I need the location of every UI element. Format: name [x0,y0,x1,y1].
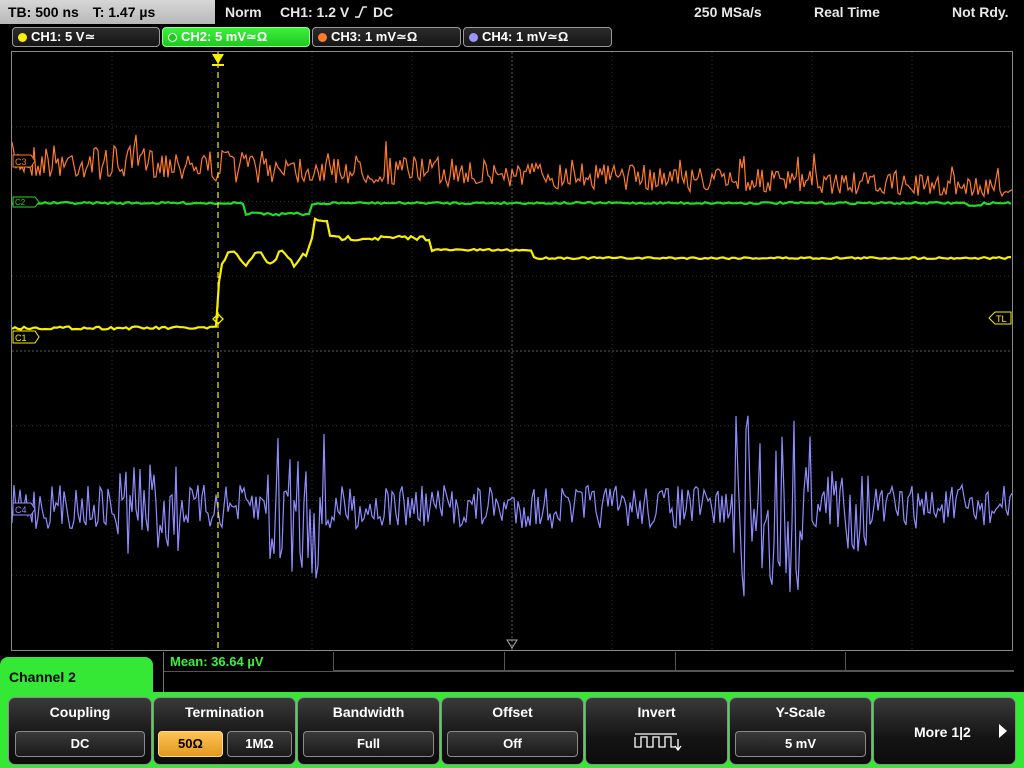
trigger-coupling-value: DC [373,4,394,20]
channel-2-chip[interactable]: CH2: 5 mV≃Ω [162,27,310,47]
channel-4-label: CH4: 1 mV≃Ω [482,29,569,44]
trigger-source[interactable]: CH1: 1.2 V DC [280,0,393,25]
bandwidth-label: Bandwidth [332,704,405,720]
termination-softkey[interactable]: Termination 50Ω 1MΩ [153,697,296,765]
bandwidth-softkey[interactable]: Bandwidth Full [297,697,440,765]
channel-4-chip[interactable]: CH4: 1 mV≃Ω [463,27,612,47]
measurement-divider [164,671,1014,672]
channel-4-dot-icon [469,33,478,42]
trigger-time-value: T: 1.47 µs [92,4,156,20]
timebase-box[interactable]: TB: 500 ns T: 1.47 µs [0,0,215,24]
y-scale-value[interactable]: 5 mV [735,731,866,757]
measurement-cell [504,652,675,671]
measurement-cell [845,652,1014,671]
invert-softkey[interactable]: Invert [585,697,728,765]
next-page-arrow-icon [999,724,1007,738]
channel-1-chip[interactable]: CH1: 5 V≃ [12,27,160,47]
termination-1-megohm-option[interactable]: 1MΩ [227,731,292,757]
channel-4-marker: C4 [12,502,36,516]
measurement-panel[interactable]: Mean: 36.64 µV [163,652,1014,692]
trigger-level-marker-label: TL [996,314,1007,324]
termination-label: Termination [184,704,265,720]
y-scale-softkey[interactable]: Y-Scale 5 mV [729,697,872,765]
bandwidth-value[interactable]: Full [303,731,434,757]
coupling-value[interactable]: DC [15,731,145,757]
channel-2-dot-icon [168,33,177,42]
channel-2-marker-label: C2 [15,198,26,207]
channel-4-marker-label: C4 [15,505,27,515]
mean-measurement: Mean: 36.64 µV [170,654,264,669]
status-bar: TB: 500 ns T: 1.47 µs Norm CH1: 1.2 V DC… [0,0,1024,25]
measurement-cell [333,652,504,671]
invert-label: Invert [637,704,676,720]
coupling-softkey[interactable]: Coupling DC [8,697,152,765]
waveform-canvas: C3 C2 C1 C4 TL [12,52,1012,650]
measurement-cell [675,652,845,671]
timebase-value: TB: 500 ns [8,4,79,20]
offset-label: Offset [492,704,533,720]
channel-1-marker-label: C1 [15,333,27,343]
offset-value[interactable]: Off [447,731,578,757]
channel-3-marker-label: C3 [15,157,27,167]
trigger-level-marker: TL [988,311,1012,325]
rising-edge-icon [355,6,368,18]
graticule-grid [12,52,1012,650]
trigger-position-marker-icon [212,54,224,64]
more-softkey[interactable]: More 1|2 [873,697,1016,765]
channel-1-dot-icon [18,33,27,42]
channel-3-marker: C3 [12,154,36,168]
inverted-square-wave-icon [634,733,682,752]
waveform-display[interactable]: C3 C2 C1 C4 TL [11,51,1013,651]
acquisition-mode[interactable]: Real Time [814,0,880,25]
trigger-source-value: CH1: 1.2 V [280,4,350,20]
channel-1-marker: C1 [12,330,40,344]
termination-50-ohm-option[interactable]: 50Ω [158,731,223,757]
sample-rate: 250 MSa/s [694,4,762,20]
channel-3-label: CH3: 1 mV≃Ω [331,29,418,44]
channel-3-dot-icon [318,33,327,42]
channel-2-marker: C2 [12,196,40,208]
y-scale-label: Y-Scale [775,704,826,720]
channel-1-label: CH1: 5 V≃ [31,29,96,44]
coupling-label: Coupling [49,704,111,720]
channel-3-chip[interactable]: CH3: 1 mV≃Ω [312,27,461,47]
channel-2-label: CH2: 5 mV≃Ω [181,29,268,44]
more-label: More 1|2 [914,724,971,740]
offset-softkey[interactable]: Offset Off [441,697,584,765]
trigger-mode[interactable]: Norm [225,0,262,25]
menu-title: Channel 2 [0,657,153,697]
ready-state: Not Rdy. [952,4,1009,20]
